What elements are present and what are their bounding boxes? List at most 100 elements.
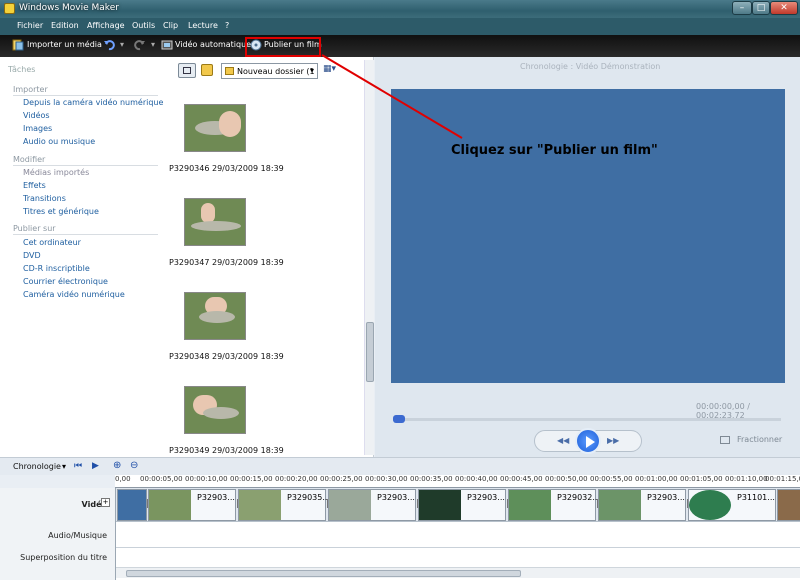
zoom-in-icon[interactable]: ⊕	[113, 460, 121, 471]
import-media-button[interactable]: Importer un média	[27, 40, 102, 49]
menu-fichier[interactable]: Fichier	[17, 21, 43, 30]
timeline-clip[interactable]	[777, 489, 800, 521]
folder-up-icon[interactable]	[201, 64, 213, 76]
timeline-scrollbar[interactable]	[116, 567, 800, 578]
seek-knob[interactable]	[393, 415, 405, 423]
task-titles-credits[interactable]: Titres et générique	[23, 207, 99, 216]
preview-header: Chronologie : Vidéo Démonstration	[520, 62, 661, 71]
task-imported-media[interactable]: Médias importés	[23, 168, 89, 177]
menu-edition[interactable]: Edition	[51, 21, 79, 30]
menu-clip[interactable]: Clip	[163, 21, 178, 30]
task-publish-camera[interactable]: Caméra vidéo numérique	[23, 290, 125, 299]
timeline-clip[interactable]: P329035...	[238, 489, 330, 521]
toolbar: Importer un média ▾ ▾ Vidéo automatique …	[0, 35, 800, 57]
menu-help[interactable]: ?	[225, 21, 229, 30]
redo-dropdown-icon[interactable]: ▾	[151, 40, 155, 49]
chevron-down-icon[interactable]: ▾	[62, 462, 66, 471]
close-button[interactable]: ✕	[770, 1, 798, 15]
ruler-tick: 00:00:10,00	[185, 475, 228, 483]
maximize-button[interactable]: □	[752, 1, 770, 15]
ruler-tick: 00:00:40,00	[455, 475, 498, 483]
timeline-mode-select[interactable]: Chronologie	[13, 462, 61, 471]
folder-select[interactable]: Nouveau dossier (1 ▾	[221, 63, 318, 79]
media-thumbnail[interactable]	[184, 104, 246, 152]
media-thumbnail[interactable]	[184, 386, 246, 434]
task-publish-email[interactable]: Courrier électronique	[23, 277, 108, 286]
ruler-tick: 00:00:05,00	[140, 475, 183, 483]
menu-lecture[interactable]: Lecture	[188, 21, 218, 30]
clip-label: P32903...	[647, 493, 685, 502]
undo-icon[interactable]	[103, 39, 115, 51]
seek-bar[interactable]	[393, 415, 781, 423]
auto-movie-button[interactable]: Vidéo automatique	[175, 40, 251, 49]
media-caption: P3290348 29/03/2009 18:39	[169, 352, 284, 361]
clip-label: P31101...	[737, 493, 775, 502]
ruler-tick: 00:00:50,00	[545, 475, 588, 483]
timeline-clip[interactable]: P32903...	[598, 489, 686, 521]
ruler-tick: 00:01:05,00	[680, 475, 723, 483]
section-divider	[13, 95, 158, 96]
split-button[interactable]: Fractionner	[737, 435, 782, 444]
ruler-tick: 00:00:35,00	[410, 475, 453, 483]
preview-monitor	[391, 89, 785, 383]
rewind-icon[interactable]: ◀◀	[557, 436, 569, 445]
timeline-clip[interactable]: P32903...	[418, 489, 506, 521]
timeline-clip-title[interactable]	[117, 489, 147, 521]
media-thumbnail[interactable]	[184, 198, 246, 246]
ruler-tick: 00:01:10,00	[725, 475, 768, 483]
task-import-images[interactable]: Images	[23, 124, 52, 133]
task-import-audio[interactable]: Audio ou musique	[23, 137, 95, 146]
zoom-out-icon[interactable]: ⊖	[130, 460, 138, 471]
view-toggle-icon[interactable]	[178, 63, 196, 78]
movie-maker-app-icon	[4, 3, 15, 14]
play-timeline-icon[interactable]: ▶	[92, 461, 99, 471]
timeline-clip[interactable]: P32903...	[148, 489, 236, 521]
section-edit-title: Modifier	[13, 155, 46, 164]
timeline-clip[interactable]: P31101...	[688, 489, 776, 521]
menu-bar: Fichier Edition Affichage Outils Clip Le…	[0, 18, 800, 35]
forward-icon[interactable]: ▶▶	[607, 436, 619, 445]
play-button[interactable]	[575, 428, 601, 454]
task-transitions[interactable]: Transitions	[23, 194, 66, 203]
timeline-clip[interactable]: P32903...	[328, 489, 416, 521]
task-publish-dvd[interactable]: DVD	[23, 251, 41, 260]
expand-track-icon[interactable]: +	[101, 498, 110, 507]
split-icon[interactable]	[720, 436, 730, 444]
media-thumbnail[interactable]	[184, 292, 246, 340]
track-audio-label: Audio/Musique	[48, 531, 107, 540]
task-import-videos[interactable]: Vidéos	[23, 111, 50, 120]
menu-outils[interactable]: Outils	[132, 21, 155, 30]
task-effects[interactable]: Effets	[23, 181, 46, 190]
ruler-tick: 00:01:00,00	[635, 475, 678, 483]
redo-icon[interactable]	[134, 39, 146, 51]
menu-affichage[interactable]: Affichage	[87, 21, 125, 30]
annotation-text: Cliquez sur "Publier un film"	[451, 143, 658, 158]
task-import-from-camera[interactable]: Depuis la caméra vidéo numérique	[23, 98, 163, 107]
ruler-tick: 00:00:30,00	[365, 475, 408, 483]
ruler-tick: 00:00:55,00	[590, 475, 633, 483]
timeline-ruler[interactable]: 0,00 00:00:05,00 00:00:10,00 00:00:15,00…	[115, 475, 800, 488]
track-title-overlay-label: Superposition du titre	[20, 553, 107, 562]
task-publish-computer[interactable]: Cet ordinateur	[23, 238, 81, 247]
rewind-timeline-icon[interactable]: ⏮	[74, 461, 82, 471]
track-labels: Vidéo + Audio/Musique Superposition du t…	[0, 488, 116, 580]
clip-label: P32903...	[197, 493, 235, 502]
collection-scrollbar[interactable]	[364, 60, 374, 455]
clip-label: P32903...	[467, 493, 505, 502]
title-bar: Windows Movie Maker – □ ✕	[0, 0, 800, 18]
timeline-clip[interactable]: P329032...	[508, 489, 600, 521]
window-title: Windows Movie Maker	[19, 3, 119, 13]
chevron-down-icon: ▾	[309, 66, 314, 75]
ruler-tick: 00:00:25,00	[320, 475, 363, 483]
task-publish-cdr[interactable]: CD-R inscriptible	[23, 264, 90, 273]
ruler-tick: 00:00:45,00	[500, 475, 543, 483]
clip-label: P32903...	[377, 493, 415, 502]
ruler-tick: 0,00	[115, 475, 131, 483]
audio-track[interactable]	[116, 522, 800, 548]
view-options-icon[interactable]: ▦▾	[323, 64, 345, 77]
minimize-button[interactable]: –	[732, 1, 752, 15]
timeline-toolbar: Chronologie ▾ ⏮ ▶ ⊕ ⊖	[0, 457, 800, 475]
media-caption: P3290347 29/03/2009 18:39	[169, 258, 284, 267]
undo-dropdown-icon[interactable]: ▾	[120, 40, 124, 49]
ruler-tick: 00:00:15,00	[230, 475, 273, 483]
